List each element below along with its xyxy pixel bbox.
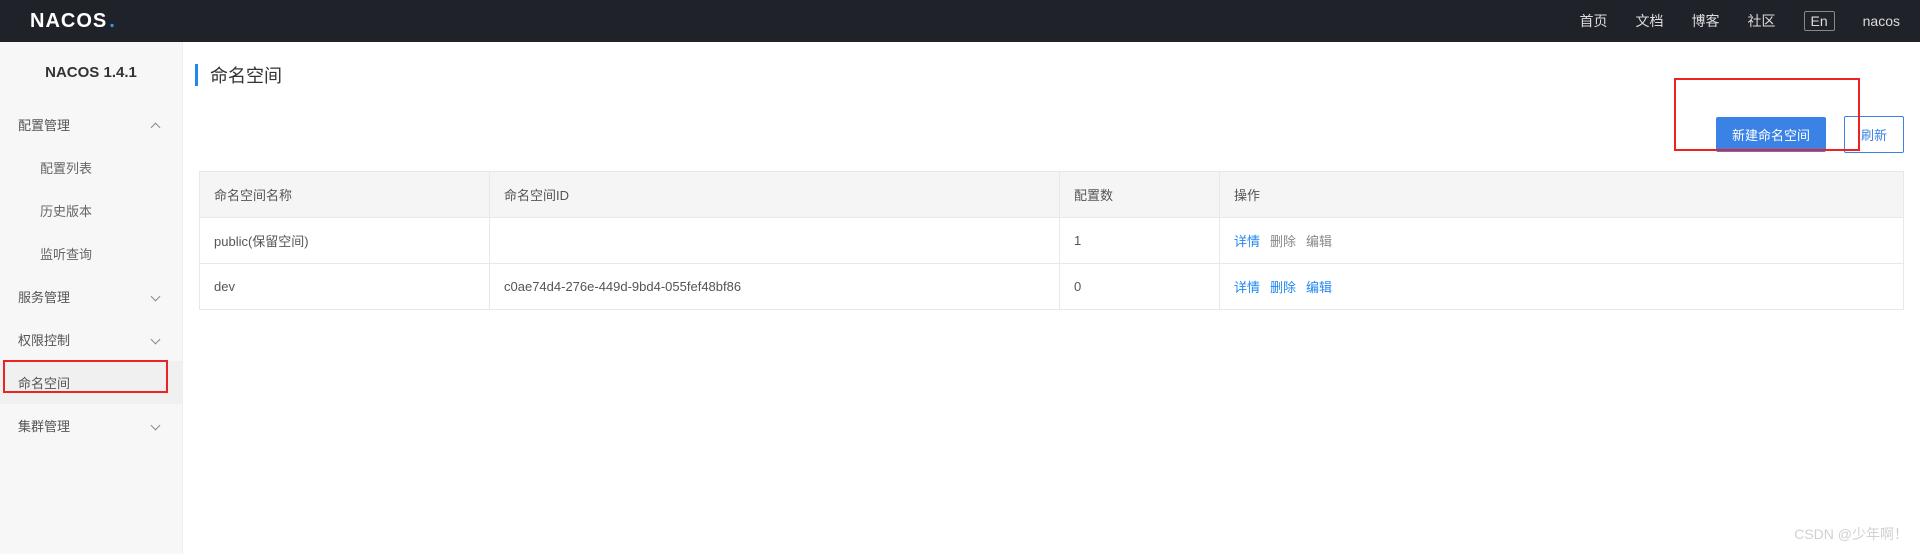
chevron-up-icon [152,119,164,131]
menu-label: 配置管理 [18,115,70,134]
top-nav: 首页 文档 博客 社区 En nacos [1580,11,1900,31]
delete-link[interactable]: 删除 [1270,234,1296,249]
sidebar: NACOS 1.4.1 配置管理 配置列表 历史版本 监听查询 服务管理 权限控… [0,42,183,554]
menu-label: 服务管理 [18,287,70,306]
menu-listen-query[interactable]: 监听查询 [0,232,182,275]
logo-dot-icon: . [109,10,116,33]
lang-switch[interactable]: En [1804,11,1835,31]
col-count: 配置数 [1060,172,1220,218]
edit-link[interactable]: 编辑 [1306,234,1332,249]
menu-config-list[interactable]: 配置列表 [0,146,182,189]
menu-namespace[interactable]: 命名空间 [0,361,182,404]
chevron-down-icon [152,291,164,303]
table-row: public(保留空间) 1 详情删除编辑 [200,218,1904,264]
cell-count: 1 [1060,218,1220,264]
cell-ops: 详情删除编辑 [1220,264,1904,310]
col-ops: 操作 [1220,172,1904,218]
page-header: 命名空间 [183,42,1920,108]
menu-history[interactable]: 历史版本 [0,189,182,232]
topbar: NACOS. 首页 文档 博客 社区 En nacos [0,0,1920,42]
menu-config-mgmt[interactable]: 配置管理 [0,103,182,146]
nav-blog[interactable]: 博客 [1692,11,1720,31]
logo: NACOS. [30,10,116,33]
user-menu[interactable]: nacos [1863,13,1900,29]
cell-name: dev [200,264,490,310]
col-name: 命名空间名称 [200,172,490,218]
detail-link[interactable]: 详情 [1234,234,1260,249]
menu-label: 历史版本 [40,201,92,220]
toolbar: 新建命名空间 刷新 [183,108,1920,171]
table-header-row: 命名空间名称 命名空间ID 配置数 操作 [200,172,1904,218]
refresh-button[interactable]: 刷新 [1844,116,1904,153]
menu-label: 监听查询 [40,244,92,263]
nav-docs[interactable]: 文档 [1636,11,1664,31]
menu-service-mgmt[interactable]: 服务管理 [0,275,182,318]
edit-link[interactable]: 编辑 [1306,280,1332,295]
delete-link[interactable]: 删除 [1270,280,1296,295]
page-title: 命名空间 [210,62,282,88]
nav-home[interactable]: 首页 [1580,11,1608,31]
main-content: 命名空间 新建命名空间 刷新 命名空间名称 命名空间ID 配置数 操作 [183,42,1920,554]
detail-link[interactable]: 详情 [1234,280,1260,295]
cell-count: 0 [1060,264,1220,310]
version-label: NACOS 1.4.1 [0,42,182,103]
cell-id [490,218,1060,264]
menu-cluster[interactable]: 集群管理 [0,404,182,447]
cell-ops: 详情删除编辑 [1220,218,1904,264]
chevron-down-icon [152,334,164,346]
cell-id: c0ae74d4-276e-449d-9bd4-055fef48bf86 [490,264,1060,310]
table-row: dev c0ae74d4-276e-449d-9bd4-055fef48bf86… [200,264,1904,310]
cell-name: public(保留空间) [200,218,490,264]
menu-label: 集群管理 [18,416,70,435]
nav-community[interactable]: 社区 [1748,11,1776,31]
menu-label: 命名空间 [18,373,70,392]
menu-label: 权限控制 [18,330,70,349]
new-namespace-button[interactable]: 新建命名空间 [1716,117,1826,152]
chevron-down-icon [152,420,164,432]
logo-text: NACOS [30,10,107,33]
header-accent-bar [195,64,198,86]
namespace-table: 命名空间名称 命名空间ID 配置数 操作 public(保留空间) 1 详情删除… [199,171,1904,310]
col-id: 命名空间ID [490,172,1060,218]
menu-label: 配置列表 [40,158,92,177]
menu-permission[interactable]: 权限控制 [0,318,182,361]
